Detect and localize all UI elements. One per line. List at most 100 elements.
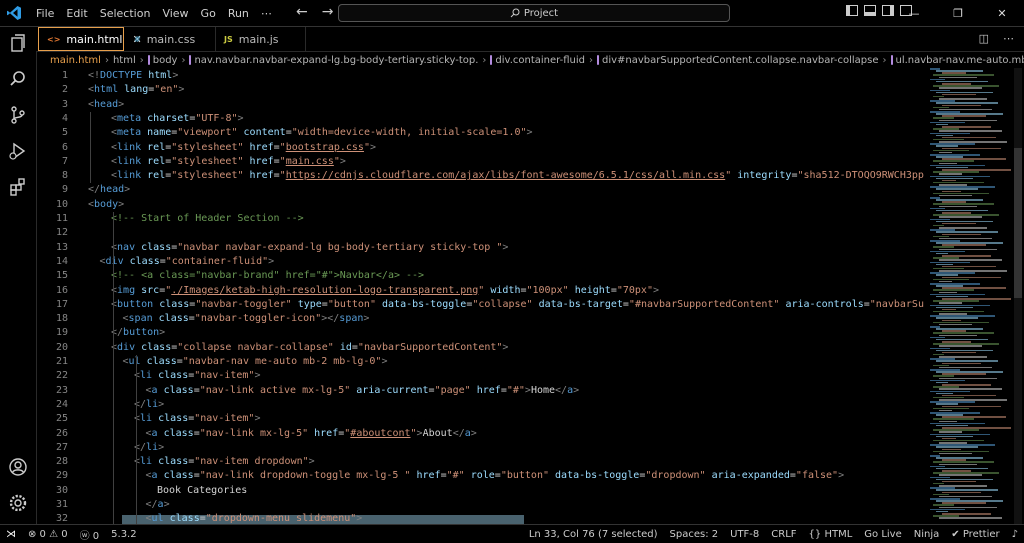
more-actions-icon[interactable]: ⋯ <box>1003 32 1014 45</box>
encoding[interactable]: UTF-8 <box>724 529 765 540</box>
code-line[interactable]: 11<!-- Start of Header Section --> <box>36 212 924 226</box>
minimap[interactable] <box>928 68 1012 524</box>
go-live-button[interactable]: Go Live <box>858 529 907 540</box>
line-number: 15 <box>36 269 68 283</box>
forward-arrow-icon[interactable]: → <box>322 4 334 20</box>
line-endings[interactable]: CRLF <box>765 529 802 540</box>
menu-item[interactable]: Edit <box>60 7 93 20</box>
code-line[interactable]: 15<!-- <a class="navbar-brand" href="#">… <box>36 269 924 283</box>
remote-indicator[interactable]: ⋊ <box>0 529 22 540</box>
code-line[interactable]: 7<link rel="stylesheet" href="main.css"> <box>36 155 924 169</box>
split-editor-icon[interactable]: ◫ <box>979 32 989 45</box>
restore-icon[interactable]: ❐ <box>936 0 980 26</box>
breadcrumb-separator-icon: › <box>181 55 185 66</box>
line-number: 11 <box>36 212 68 226</box>
line-number: 7 <box>36 155 68 169</box>
code-line[interactable]: 27</li> <box>36 441 924 455</box>
search-label: Project <box>524 8 558 19</box>
extensions-icon[interactable] <box>8 177 28 197</box>
cursor-position[interactable]: Ln 33, Col 76 (7 selected) <box>523 529 664 540</box>
code-line[interactable]: 1<!DOCTYPE html> <box>36 69 924 83</box>
code-line[interactable]: 19</button> <box>36 326 924 340</box>
source-control-icon[interactable] <box>8 105 28 125</box>
tab-main-html[interactable]: <> main.html ✕ <box>38 27 124 51</box>
breadcrumb-item[interactable]: html <box>113 55 136 66</box>
notifications-bell-icon[interactable]: ♪ <box>1006 529 1024 540</box>
code-line[interactable]: 3<head> <box>36 98 924 112</box>
code-line[interactable]: 2<html lang="en"> <box>36 83 924 97</box>
code-line[interactable]: 21<ul class="navbar-nav me-auto mb-2 mb-… <box>36 355 924 369</box>
code-line[interactable]: 9</head> <box>36 183 924 197</box>
menu-item[interactable]: ⋯ <box>255 7 278 20</box>
indentation[interactable]: Spaces: 2 <box>664 529 725 540</box>
run-debug-icon[interactable] <box>8 141 28 161</box>
code-line[interactable]: 29<a class="nav-link dropdown-toggle mx-… <box>36 469 924 483</box>
code-line[interactable]: 16<img src="./Images/ketab-high-resoluti… <box>36 284 924 298</box>
code-line[interactable]: 13<nav class="navbar navbar-expand-lg bg… <box>36 241 924 255</box>
code-line[interactable]: 8<link rel="stylesheet" href="https://cd… <box>36 169 924 183</box>
language-mode[interactable]: {} HTML <box>803 529 859 540</box>
code-line[interactable]: 26<a class="nav-link mx-lg-5" href="#abo… <box>36 427 924 441</box>
menu-item[interactable]: View <box>156 7 194 20</box>
menu-item[interactable]: File <box>30 7 60 20</box>
bootstrap-version[interactable]: 5.3.2 <box>105 529 142 540</box>
toggle-panel-icon[interactable] <box>864 5 876 16</box>
breadcrumb-item[interactable]: div.container-fluid <box>495 55 585 66</box>
problems-indicator[interactable]: ⊗ 0 ⚠ 0 <box>22 529 74 540</box>
scrollbar-thumb[interactable] <box>1014 148 1022 298</box>
menu-item[interactable]: Go <box>195 7 222 20</box>
account-icon[interactable] <box>8 457 28 477</box>
code-line[interactable]: 28<li class="nav-item dropdown"> <box>36 455 924 469</box>
tab-main-js[interactable]: JS main.js <box>216 27 306 51</box>
explorer-icon[interactable] <box>8 33 28 53</box>
breadcrumb-item[interactable]: nav.navbar.navbar-expand-lg.bg-body-tert… <box>194 55 478 66</box>
code-line[interactable]: 5<meta name="viewport" content="width=de… <box>36 126 924 140</box>
code-line[interactable]: 12 <box>36 226 924 240</box>
tab-main-css[interactable]: # main.css <box>126 27 216 51</box>
breadcrumb-item[interactable]: ul.navbar-nav.me-auto.mb-2.mb-lg-0 <box>896 55 1024 66</box>
code-line[interactable]: 30Book Categories <box>36 484 924 498</box>
line-number: 19 <box>36 326 68 340</box>
minimap-line <box>939 195 972 197</box>
breadcrumb-item[interactable]: div#navbarSupportedContent.collapse.navb… <box>602 55 879 66</box>
code-line[interactable]: 20<div class="collapse navbar-collapse" … <box>36 341 924 355</box>
minimize-icon[interactable]: — <box>892 0 936 26</box>
line-number: 9 <box>36 183 68 197</box>
breadcrumb-separator-icon: › <box>140 55 144 66</box>
code-line[interactable]: 22<li class="nav-item"> <box>36 369 924 383</box>
menu-item[interactable]: Selection <box>94 7 157 20</box>
search-sidebar-icon[interactable] <box>8 69 28 89</box>
code-text: <nav class="navbar navbar-expand-lg bg-b… <box>111 241 508 255</box>
code-line[interactable]: 24</li> <box>36 398 924 412</box>
indent-guide <box>90 112 91 184</box>
command-center-search[interactable]: Project <box>338 4 730 22</box>
settings-gear-icon[interactable] <box>8 493 28 513</box>
ports-indicator[interactable]: ⓦ 0 <box>74 527 106 542</box>
line-number: 20 <box>36 341 68 355</box>
back-arrow-icon[interactable]: ← <box>296 4 308 20</box>
ninja-extension[interactable]: Ninja <box>908 529 946 540</box>
menu-bar: FileEditSelectionViewGoRun⋯ <box>30 0 278 26</box>
minimap-line <box>942 94 976 96</box>
breadcrumb-item[interactable]: main.html <box>50 55 101 66</box>
prettier-status[interactable]: ✔ Prettier <box>945 529 1005 540</box>
breadcrumb-item[interactable]: body <box>153 55 178 66</box>
code-line[interactable]: 6<link rel="stylesheet" href="bootstrap.… <box>36 141 924 155</box>
code-editor[interactable]: 1<!DOCTYPE html>2<html lang="en">3<head>… <box>36 68 924 524</box>
code-line[interactable]: 31</a> <box>36 498 924 512</box>
code-text: <!DOCTYPE html> <box>88 69 178 83</box>
menu-item[interactable]: Run <box>222 7 255 20</box>
toggle-sidebar-icon[interactable] <box>846 5 858 16</box>
vertical-scrollbar[interactable] <box>1014 68 1022 524</box>
code-line[interactable]: 25<li class="nav-item"> <box>36 412 924 426</box>
code-line[interactable]: 4<meta charset="UTF-8"> <box>36 112 924 126</box>
code-line[interactable]: 18<span class="navbar-toggler-icon"></sp… <box>36 312 924 326</box>
code-line[interactable]: 14<div class="container-fluid"> <box>36 255 924 269</box>
breadcrumb-separator-icon: › <box>589 55 593 66</box>
code-line[interactable]: 23<a class="nav-link active mx-lg-5" ari… <box>36 384 924 398</box>
close-icon[interactable]: ✕ <box>980 0 1024 26</box>
code-line[interactable]: 32<ul class="dropdown-menu slidemenu"> <box>36 512 924 524</box>
code-text: <link rel="stylesheet" href="https://cdn… <box>111 169 924 183</box>
code-line[interactable]: 17<button class="navbar-toggler" type="b… <box>36 298 924 312</box>
code-line[interactable]: 10<body> <box>36 198 924 212</box>
